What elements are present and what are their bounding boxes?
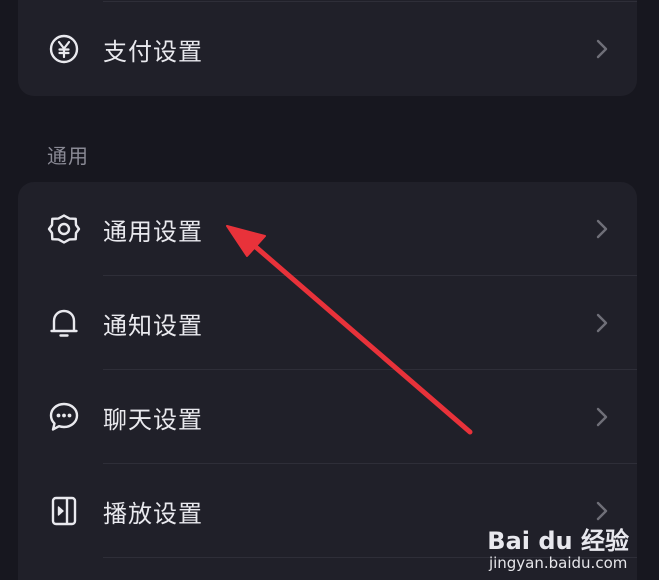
payment-card: 支付设置 <box>18 0 637 96</box>
settings-item-label: 通用设置 <box>103 217 203 246</box>
yen-circle-icon <box>46 31 82 67</box>
settings-screen: 支付设置 通用 通用设置 通知设置 聊天设置 播放设置 Bai du 经验 ji… <box>0 0 659 580</box>
chevron-right-icon <box>596 313 608 333</box>
chevron-right-icon <box>596 501 608 521</box>
watermark-url: jingyan.baidu.com <box>488 554 628 572</box>
chevron-right-icon <box>596 219 608 239</box>
chat-bubble-icon <box>46 399 82 435</box>
settings-item-label: 播放设置 <box>103 499 203 528</box>
settings-item-label: 通知设置 <box>103 311 203 340</box>
settings-item-label: 聊天设置 <box>103 405 203 434</box>
settings-item-chat[interactable]: 聊天设置 <box>18 370 637 464</box>
chevron-right-icon <box>596 407 608 427</box>
settings-item-notification[interactable]: 通知设置 <box>18 276 637 370</box>
settings-item-general[interactable]: 通用设置 <box>18 182 637 276</box>
watermark-logo: Bai du 经验 <box>487 527 629 555</box>
settings-item-label: 支付设置 <box>103 37 203 66</box>
chevron-right-icon <box>596 39 608 59</box>
gear-icon <box>46 211 82 247</box>
settings-item-payment[interactable]: 支付设置 <box>18 2 637 96</box>
bell-icon <box>46 305 82 341</box>
baidu-jingyan-watermark: Bai du 经验 jingyan.baidu.com <box>487 521 629 572</box>
play-device-icon <box>46 493 82 529</box>
section-title-general: 通用 <box>47 144 89 168</box>
